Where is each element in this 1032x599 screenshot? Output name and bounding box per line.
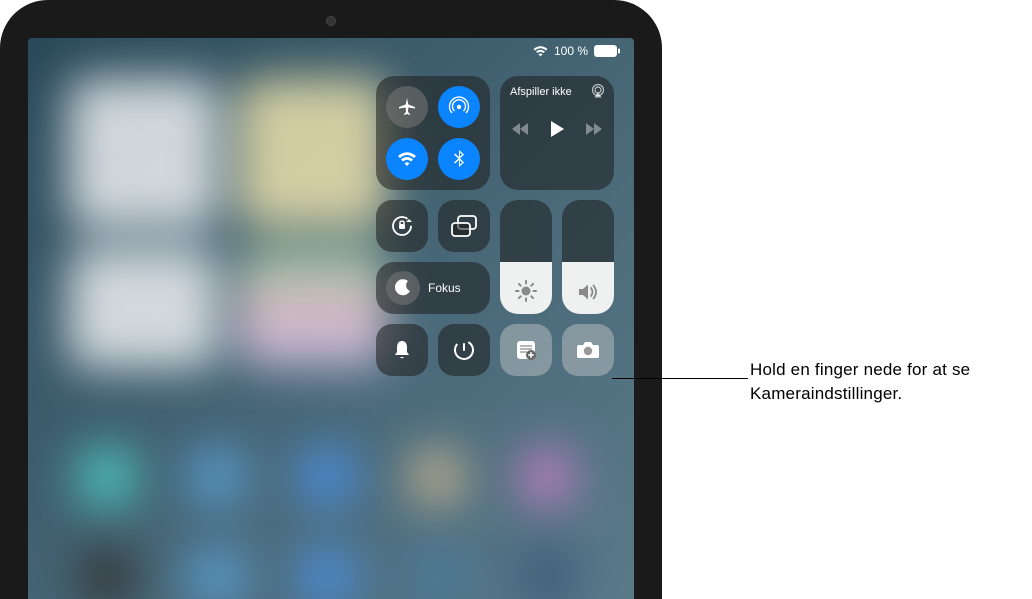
- brightness-slider[interactable]: [500, 200, 552, 314]
- screen-mirroring-button[interactable]: [438, 200, 490, 252]
- quick-note-button[interactable]: [500, 324, 552, 376]
- battery-icon: [594, 45, 620, 57]
- airplane-mode-toggle[interactable]: [386, 86, 428, 128]
- previous-track-button[interactable]: [511, 122, 529, 136]
- ipad-screen: 100 %: [28, 38, 634, 599]
- volume-slider[interactable]: [562, 200, 614, 314]
- rotation-lock-icon: [389, 213, 415, 239]
- focus-tile[interactable]: Fokus: [376, 262, 490, 314]
- focus-label: Fokus: [428, 281, 461, 295]
- orientation-lock-toggle[interactable]: [376, 200, 428, 252]
- wifi-status-icon: [533, 46, 548, 57]
- bluetooth-toggle[interactable]: [438, 138, 480, 180]
- control-center: Afspiller ikke: [376, 76, 616, 376]
- battery-percent-label: 100 %: [554, 44, 588, 58]
- callout-leader-line: [612, 378, 748, 379]
- callout-text: Hold en finger nede for at se Kamerainds…: [750, 358, 1032, 406]
- now-playing-label: Afspiller ikke: [510, 86, 572, 98]
- status-bar: 100 %: [533, 44, 620, 58]
- screen-mirroring-icon: [451, 215, 477, 237]
- bluetooth-icon: [453, 149, 465, 169]
- media-playback-tile[interactable]: Afspiller ikke: [500, 76, 614, 190]
- timer-button[interactable]: [438, 324, 490, 376]
- timer-icon: [453, 339, 475, 361]
- wifi-toggle[interactable]: [386, 138, 428, 180]
- airdrop-icon: [448, 96, 470, 118]
- airplane-icon: [397, 97, 417, 117]
- camera-button[interactable]: [562, 324, 614, 376]
- camera-icon: [576, 340, 600, 360]
- next-track-button[interactable]: [585, 122, 603, 136]
- play-button[interactable]: [549, 120, 565, 138]
- do-not-disturb-icon: [394, 279, 412, 297]
- connectivity-tile[interactable]: [376, 76, 490, 190]
- bell-icon: [392, 339, 412, 361]
- airdrop-toggle[interactable]: [438, 86, 480, 128]
- volume-icon: [577, 282, 599, 302]
- ipad-device-frame: 100 %: [0, 0, 662, 599]
- brightness-icon: [515, 280, 537, 302]
- wifi-icon: [397, 151, 417, 167]
- airplay-icon[interactable]: [590, 84, 606, 98]
- silent-mode-toggle[interactable]: [376, 324, 428, 376]
- note-add-icon: [515, 339, 537, 361]
- front-camera: [326, 16, 336, 26]
